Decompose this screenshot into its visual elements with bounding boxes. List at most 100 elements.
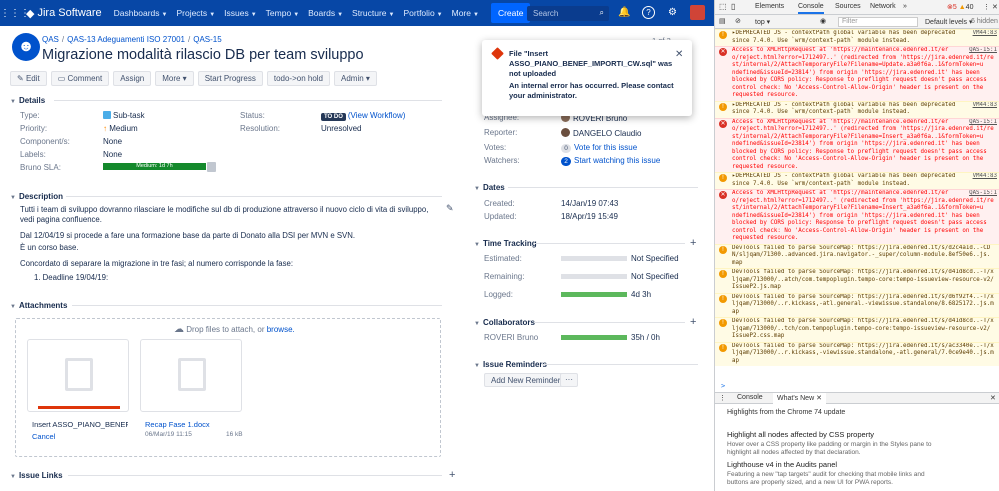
type-value: Sub-task <box>103 111 145 120</box>
drawer-menu-icon[interactable]: ⋮ <box>719 394 726 402</box>
dates-header[interactable]: ▼ Dates <box>474 183 505 192</box>
details-header[interactable]: ▼ Details <box>10 96 45 105</box>
edit-icon: ✎ <box>17 74 26 83</box>
resolution-label: Resolution: <box>240 124 281 133</box>
project-avatar[interactable]: ☻ <box>12 33 40 61</box>
description-header[interactable]: ▼ Description <box>10 192 63 201</box>
inspect-icon[interactable]: ⬚ <box>719 2 727 11</box>
attachment-thumbnail[interactable] <box>140 339 242 412</box>
close-icon[interactable]: ✕ <box>675 49 683 60</box>
nav-projects[interactable]: Projects ▼ <box>176 8 215 18</box>
device-toolbar-icon[interactable]: ▯ <box>731 2 735 11</box>
jira-logo[interactable]: ◆ Jira Software <box>26 7 102 20</box>
console-warning-message[interactable]: ! ▸DEPRECATED JS - contextPath global var… <box>715 172 999 189</box>
console-source-link[interactable]: QAS-15:1 <box>969 119 997 127</box>
edit-description-icon[interactable]: ✎ <box>446 203 454 214</box>
nav-boards[interactable]: Boards ▼ <box>308 8 343 18</box>
console-warning-message[interactable]: ! ▸DEPRECATED JS - contextPath global var… <box>715 100 999 118</box>
sidebar-toggle-icon[interactable]: ▤ <box>719 17 726 25</box>
error-counter[interactable]: ⊗5 ▲40 <box>947 3 973 11</box>
tab-console[interactable]: Console <box>798 3 824 14</box>
user-avatar[interactable] <box>690 5 705 20</box>
console-message-text: DevTools failed to parse SourceMap: http… <box>732 293 994 315</box>
console-source-link[interactable]: QAS-15:1 <box>969 190 997 198</box>
more-button[interactable]: More ▾ <box>155 71 194 86</box>
nav-more[interactable]: More ▼ <box>452 8 479 18</box>
tab-sources[interactable]: Sources <box>835 3 861 10</box>
nav-issues[interactable]: Issues ▼ <box>224 8 257 18</box>
console-warning-message[interactable]: ! DevTools failed to parse SourceMap: htt… <box>715 317 999 342</box>
nav-structure[interactable]: Structure ▼ <box>352 8 394 18</box>
start-progress-button[interactable]: Start Progress <box>197 71 263 86</box>
help-icon[interactable]: ? <box>642 6 655 19</box>
attachment-drop-zone[interactable]: ☁ Drop files to attach, or browse. Inser… <box>15 318 441 457</box>
attachments-header[interactable]: ▼ Attachments <box>10 301 67 310</box>
description-body[interactable]: Tutti i team di sviluppo dovranno rilasc… <box>20 205 440 285</box>
attachment-name[interactable]: Recap Fase 1.docx <box>145 420 210 429</box>
breadcrumb-project[interactable]: QAS <box>42 35 59 44</box>
context-selector[interactable]: top ▾ <box>755 18 770 26</box>
close-devtools-icon[interactable]: ✕ <box>992 3 998 11</box>
time-tracking-header[interactable]: ▼ Time Tracking <box>474 239 537 248</box>
reminder-more-button[interactable]: ··· <box>560 373 578 387</box>
app-switcher-icon[interactable]: ⋮⋮⋮ <box>0 8 30 19</box>
add-reminder-button[interactable]: Add New Reminder <box>484 373 568 387</box>
edit-button[interactable]: ✎ Edit <box>10 71 47 86</box>
add-link-icon[interactable]: + <box>449 469 455 481</box>
tab-network[interactable]: Network <box>870 3 896 10</box>
reminders-header[interactable]: ▼ Issue Reminders <box>474 360 547 369</box>
tab-elements[interactable]: Elements <box>755 3 784 10</box>
drawer-tabs: ⋮ Console What's New ✕ ✕ <box>715 392 999 404</box>
breadcrumb-parent[interactable]: QAS-13 Adeguamenti ISO 27001 <box>67 35 185 44</box>
vote-link[interactable]: Vote for this issue <box>574 143 637 152</box>
nav-portfolio[interactable]: Portfolio ▼ <box>403 8 442 18</box>
whats-new-item[interactable]: Highlight all nodes affected by CSS prop… <box>727 430 937 457</box>
drawer-tab-console[interactable]: Console <box>737 394 763 401</box>
notifications-icon[interactable]: 🔔 <box>618 6 631 19</box>
todo-on-hold-button[interactable]: todo->on hold <box>266 71 330 86</box>
console-error-message[interactable]: ✕ Access to XMLHttpRequest at 'https://ma… <box>715 117 999 172</box>
comment-button[interactable]: ▭ Comment <box>50 71 110 86</box>
browse-link[interactable]: browse. <box>267 325 295 334</box>
admin-button[interactable]: Admin ▾ <box>334 71 377 86</box>
console-source-link[interactable]: VM44:83 <box>973 102 997 110</box>
collaborators-header[interactable]: ▼ Collaborators <box>474 318 535 327</box>
assign-button[interactable]: Assign <box>113 71 152 86</box>
console-message-text: Access to XMLHttpRequest at 'https://mai… <box>732 118 994 170</box>
watch-link[interactable]: Start watching this issue <box>574 156 660 165</box>
create-button[interactable]: Create <box>490 3 531 23</box>
console-source-link[interactable]: VM44:83 <box>973 173 997 181</box>
more-tabs-icon[interactable]: » <box>903 3 907 10</box>
clear-console-icon[interactable]: ⊘ <box>735 17 741 25</box>
nav-dashboards[interactable]: Dashboards ▼ <box>114 8 168 18</box>
whats-new-item[interactable]: Lighthouse v4 in the Audits panel Featur… <box>727 460 937 487</box>
collapse-icon: ▼ <box>10 304 16 310</box>
console-warning-message[interactable]: ! DevTools failed to parse SourceMap: htt… <box>715 243 999 268</box>
drawer-tab-whats-new[interactable]: What's New ✕ <box>773 393 826 404</box>
console-filter-input[interactable]: Filter <box>838 17 918 27</box>
attachment-thumbnail-uploading[interactable] <box>27 339 129 412</box>
close-drawer-icon[interactable]: ✕ <box>990 394 996 402</box>
issue-links-header[interactable]: ▼ Issue Links <box>10 471 63 480</box>
console-error-message[interactable]: ✕ Access to XMLHttpRequest at 'https://ma… <box>715 46 999 101</box>
log-work-icon[interactable]: + <box>690 237 696 249</box>
console-source-link[interactable]: QAS-15:1 <box>969 47 997 55</box>
devtools-menu-icon[interactable]: ⋮ <box>983 3 990 11</box>
console-warning-message[interactable]: ! DevTools failed to parse SourceMap: htt… <box>715 341 999 366</box>
cancel-upload-link[interactable]: Cancel <box>32 432 55 441</box>
breadcrumb-issue[interactable]: QAS-15 <box>193 35 221 44</box>
eye-icon[interactable]: ◉ <box>820 17 826 25</box>
console-warning-message[interactable]: ! DevTools failed to parse SourceMap: htt… <box>715 268 999 293</box>
console-prompt[interactable]: > <box>715 382 999 392</box>
console-warning-message[interactable]: ! ▸DEPRECATED JS - contextPath global var… <box>715 29 999 46</box>
console-source-link[interactable]: VM44:83 <box>973 30 997 38</box>
add-collaborator-icon[interactable]: + <box>690 316 696 328</box>
settings-icon[interactable]: ⚙ <box>666 6 679 19</box>
view-workflow-link[interactable]: (View Workflow) <box>348 111 406 120</box>
console-warning-message[interactable]: ! DevTools failed to parse SourceMap: htt… <box>715 292 999 317</box>
search-input[interactable]: Search ⌕ <box>527 6 609 21</box>
page-title[interactable]: Migrazione modalità rilascio DB per team… <box>42 47 364 63</box>
log-levels-dropdown[interactable]: Default levels ▾ <box>925 18 973 26</box>
console-error-message[interactable]: ✕ Access to XMLHttpRequest at 'https://ma… <box>715 189 999 244</box>
nav-tempo[interactable]: Tempo ▼ <box>266 8 299 18</box>
